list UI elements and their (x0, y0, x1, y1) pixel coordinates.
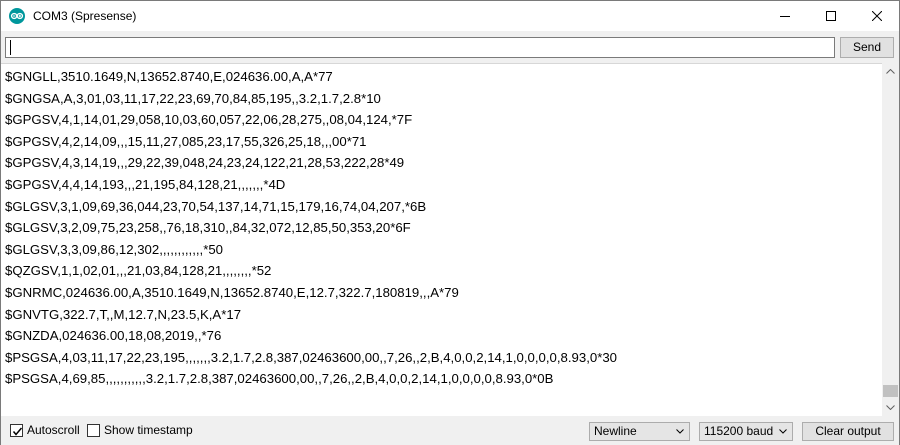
serial-line: $GPGSV,4,3,14,19,,,29,22,39,048,24,23,24… (5, 155, 405, 171)
serial-line: $GNVTG,322.7,T,,M,12.7,N,23.5,K,A*17 (5, 306, 242, 322)
scroll-thumb[interactable] (883, 385, 898, 397)
minimize-icon (780, 16, 790, 17)
arduino-icon (9, 8, 25, 24)
chevron-down-icon (676, 429, 684, 434)
autoscroll-checkbox[interactable] (10, 424, 23, 437)
chevron-down-icon (886, 405, 895, 410)
serial-line: $GNGLL,3510.1649,N,13652.8740,E,024636.0… (5, 69, 333, 84)
close-button[interactable] (854, 1, 900, 31)
show-timestamp-label: Show timestamp (104, 423, 193, 437)
title-bar[interactable]: COM3 (Spresense) (1, 1, 899, 31)
serial-line: $GPGSV,4,1,14,01,29,058,10,03,60,057,22,… (5, 112, 413, 128)
scroll-up-button[interactable] (882, 63, 899, 80)
send-input[interactable] (5, 37, 835, 58)
serial-line: $GLGSV,3,1,09,69,36,044,23,70,54,137,14,… (5, 198, 427, 214)
serial-output-text[interactable]: $GNGLL,3510.1649,N,13652.8740,E,024636.0… (5, 66, 880, 414)
serial-line: $QZGSV,1,1,02,01,,,21,03,84,128,21,,,,,,… (5, 263, 272, 279)
send-bar: Send (1, 31, 899, 63)
chevron-up-icon (886, 69, 895, 74)
serial-line: $GNRMC,024636.00,A,3510.1649,N,13652.874… (5, 284, 459, 300)
line-ending-value: Newline (594, 424, 637, 438)
text-cursor (10, 40, 11, 55)
serial-line: $GNGSA,A,3,01,03,11,17,22,23,69,70,84,85… (5, 90, 381, 106)
autoscroll-toggle[interactable]: Autoscroll (10, 423, 85, 439)
scroll-down-button[interactable] (882, 399, 899, 416)
maximize-icon (826, 11, 836, 21)
serial-line: $GLGSV,3,3,09,86,12,302,,,,,,,,,,,,*50 (5, 241, 223, 257)
vertical-scrollbar[interactable] (882, 63, 899, 416)
baud-rate-value: 115200 baud (704, 424, 774, 438)
window-title: COM3 (Spresense) (33, 9, 137, 23)
serial-line: $PSGSA,4,69,85,,,,,,,,,,,3.2,1.7,2.8,387… (5, 371, 554, 387)
line-ending-select[interactable]: Newline (589, 422, 690, 441)
serial-output-pane[interactable]: $GNGLL,3510.1649,N,13652.8740,E,024636.0… (1, 63, 899, 416)
serial-line: $GPGSV,4,4,14,193,,,21,195,84,128,21,,,,… (5, 176, 286, 192)
serial-line: $GLGSV,3,2,09,75,23,258,,76,18,310,,84,3… (5, 220, 411, 236)
serial-line: $GPGSV,4,2,14,09,,,15,11,27,085,23,17,55… (5, 133, 367, 149)
show-timestamp-checkbox[interactable] (87, 424, 100, 437)
show-timestamp-toggle[interactable]: Show timestamp (87, 423, 197, 439)
close-icon (872, 11, 882, 21)
minimize-button[interactable] (762, 1, 808, 31)
chevron-down-icon (779, 429, 787, 434)
maximize-button[interactable] (808, 1, 854, 31)
serial-line: $GNZDA,024636.00,18,08,2019,,*76 (5, 328, 222, 344)
clear-output-button[interactable]: Clear output (802, 422, 894, 441)
send-button[interactable]: Send (840, 37, 894, 58)
serial-line: $PSGSA,4,03,11,17,22,23,195,,,,,,,3.2,1.… (5, 349, 617, 365)
status-bar: Autoscroll Show timestamp Newline 115200… (1, 416, 899, 445)
serial-monitor-window: COM3 (Spresense) Send $GNGLL,3510.1649,N… (0, 0, 900, 445)
autoscroll-label: Autoscroll (27, 423, 80, 437)
baud-rate-select[interactable]: 115200 baud (699, 422, 793, 441)
checkmark-icon (12, 427, 23, 436)
